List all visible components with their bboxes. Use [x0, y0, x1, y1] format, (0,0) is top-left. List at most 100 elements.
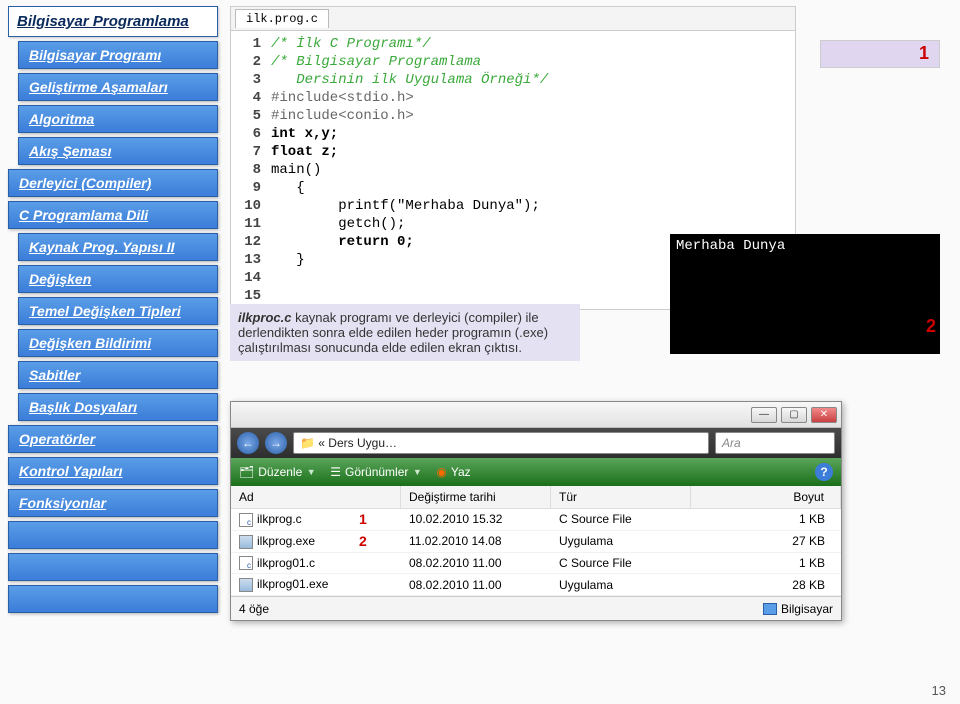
code-line: 9 { — [231, 179, 795, 197]
line-number: 14 — [231, 269, 271, 287]
organize-label: Düzenle — [258, 465, 302, 479]
table-row[interactable]: ilkprog01.c08.02.2010 11.00C Source File… — [231, 553, 841, 575]
burn-label: Yaz — [451, 465, 471, 479]
sidebar-item-10[interactable]: Sabitler — [18, 361, 218, 389]
sidebar-item-15[interactable] — [8, 521, 218, 549]
sidebar-item-5[interactable]: C Programlama Dili — [8, 201, 218, 229]
cell-size: 1 KB — [691, 553, 841, 573]
col-name[interactable]: Ad — [231, 486, 401, 508]
status-location: Bilgisayar — [781, 602, 833, 616]
table-row[interactable]: ilkprog.c10.02.2010 15.32C Source File1 … — [231, 509, 841, 531]
chevron-down-icon: ▼ — [412, 467, 422, 477]
sidebar-title: Bilgisayar Programlama — [8, 6, 218, 37]
code-line: 5#include<conio.h> — [231, 107, 795, 125]
chevron-down-icon: ▼ — [306, 467, 316, 477]
code-text: #include<stdio.h> — [271, 89, 414, 107]
cell-name: ilkprog01.exe — [231, 574, 401, 595]
line-number: 7 — [231, 143, 271, 161]
editor-tabbar: ilk.prog.c — [231, 7, 795, 31]
cell-type: C Source File — [551, 509, 691, 529]
code-text: int x,y; — [271, 125, 338, 143]
cell-type: Uygulama — [551, 531, 691, 551]
sidebar-item-0[interactable]: Bilgisayar Programı — [18, 41, 218, 69]
cell-type: C Source File — [551, 553, 691, 573]
explorer-columns: Ad Değiştirme tarihi Tür Boyut — [231, 486, 841, 509]
views-icon: ☰ — [330, 465, 341, 479]
nav-forward-button[interactable]: → — [265, 432, 287, 454]
code-text: /* İlk C Programı*/ — [271, 35, 431, 53]
maximize-button[interactable]: ▢ — [781, 407, 807, 423]
sidebar-item-6[interactable]: Kaynak Prog. Yapısı II — [18, 233, 218, 261]
line-number: 10 — [231, 197, 271, 215]
sidebar-item-16[interactable] — [8, 553, 218, 581]
cell-date: 08.02.2010 11.00 — [401, 553, 551, 573]
editor-tab[interactable]: ilk.prog.c — [235, 9, 329, 28]
col-date[interactable]: Değiştirme tarihi — [401, 486, 551, 508]
search-placeholder: Ara — [722, 436, 741, 450]
page-number: 13 — [932, 683, 946, 698]
code-text: { — [271, 179, 305, 197]
code-text: printf("Merhaba Dunya"); — [271, 197, 540, 215]
views-button[interactable]: ☰ Görünümler ▼ — [330, 465, 422, 479]
nav-back-button[interactable]: ← — [237, 432, 259, 454]
explorer-window: — ▢ ✕ ← → 📁 « Ders Uygu… Ara 🗂 Düzenle ▼… — [230, 401, 842, 621]
status-right: Bilgisayar — [763, 602, 833, 616]
sidebar-item-9[interactable]: Değişken Bildirimi — [18, 329, 218, 357]
code-line: 10 printf("Merhaba Dunya"); — [231, 197, 795, 215]
cell-date: 10.02.2010 15.32 — [401, 509, 551, 529]
cell-name: ilkprog.c — [231, 509, 401, 530]
sidebar-item-7[interactable]: Değişken — [18, 265, 218, 293]
row-annotation: 2 — [359, 533, 367, 549]
sidebar-item-3[interactable]: Akış Şeması — [18, 137, 218, 165]
sidebar-item-1[interactable]: Geliştirme Aşamaları — [18, 73, 218, 101]
explorer-toolbar: 🗂 Düzenle ▼ ☰ Görünümler ▼ ◉ Yaz ? — [231, 458, 841, 486]
sidebar-item-8[interactable]: Temel Değişken Tipleri — [18, 297, 218, 325]
explorer-navbar: ← → 📁 « Ders Uygu… Ara — [231, 428, 841, 458]
sidebar-item-11[interactable]: Başlık Dosyaları — [18, 393, 218, 421]
code-text: /* Bilgisayar Programlama — [271, 53, 481, 71]
table-row[interactable]: ilkprog.exe11.02.2010 14.08Uygulama27 KB… — [231, 531, 841, 553]
table-row[interactable]: ilkprog01.exe08.02.2010 11.00Uygulama28 … — [231, 574, 841, 596]
search-input[interactable]: Ara — [715, 432, 835, 454]
status-count: 4 öğe — [239, 602, 269, 616]
col-type[interactable]: Tür — [551, 486, 691, 508]
row-annotation: 1 — [359, 511, 367, 527]
organize-button[interactable]: 🗂 Düzenle ▼ — [239, 465, 316, 479]
sidebar: Bilgisayar Programlama Bilgisayar Progra… — [8, 6, 218, 617]
line-number: 11 — [231, 215, 271, 233]
code-line: 7float z; — [231, 143, 795, 161]
code-line: 6int x,y; — [231, 125, 795, 143]
minimize-button[interactable]: — — [751, 407, 777, 423]
line-number: 6 — [231, 125, 271, 143]
annotation-badge-2: 2 — [926, 316, 936, 337]
line-number: 4 — [231, 89, 271, 107]
code-text: Dersinin ilk Uygulama Örneği*/ — [271, 71, 548, 89]
col-size[interactable]: Boyut — [691, 486, 841, 508]
sidebar-item-2[interactable]: Algoritma — [18, 105, 218, 133]
code-line: 3 Dersinin ilk Uygulama Örneği*/ — [231, 71, 795, 89]
line-number: 8 — [231, 161, 271, 179]
code-text: getch(); — [271, 215, 405, 233]
line-number: 3 — [231, 71, 271, 89]
views-label: Görünümler — [345, 465, 408, 479]
breadcrumb[interactable]: 📁 « Ders Uygu… — [293, 432, 709, 454]
cell-name: ilkprog.exe — [231, 531, 401, 552]
sidebar-item-17[interactable] — [8, 585, 218, 613]
c-file-icon — [239, 556, 253, 570]
sidebar-item-14[interactable]: Fonksiyonlar — [8, 489, 218, 517]
sidebar-item-4[interactable]: Derleyici (Compiler) — [8, 169, 218, 197]
help-button[interactable]: ? — [815, 463, 833, 481]
burn-button[interactable]: ◉ Yaz — [436, 465, 470, 479]
code-line: 1/* İlk C Programı*/ — [231, 35, 795, 53]
explorer-statusbar: 4 öğe Bilgisayar — [231, 596, 841, 620]
explorer-rows: ilkprog.c10.02.2010 15.32C Source File1 … — [231, 509, 841, 596]
sidebar-item-12[interactable]: Operatörler — [8, 425, 218, 453]
close-button[interactable]: ✕ — [811, 407, 837, 423]
code-line: 2/* Bilgisayar Programlama — [231, 53, 795, 71]
breadcrumb-text: « Ders Uygu… — [318, 436, 397, 450]
cell-date: 08.02.2010 11.00 — [401, 575, 551, 595]
code-line: 8main() — [231, 161, 795, 179]
line-number: 12 — [231, 233, 271, 251]
sidebar-item-13[interactable]: Kontrol Yapıları — [8, 457, 218, 485]
code-text: } — [271, 251, 305, 269]
